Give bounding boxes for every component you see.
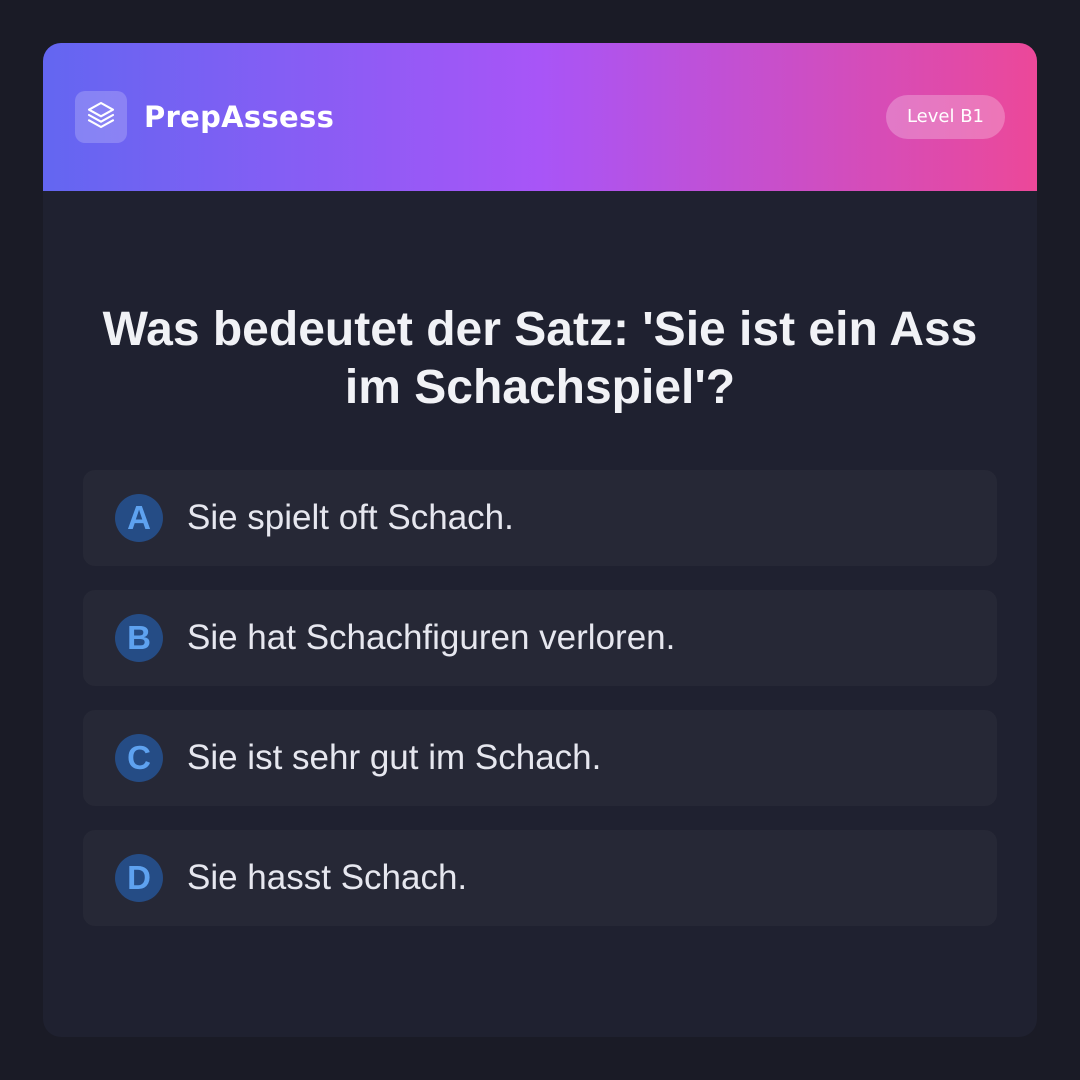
level-badge: Level B1 [885, 95, 1005, 139]
brand-name: PrepAssess [144, 100, 335, 134]
option-letter-badge: A [115, 494, 163, 542]
layers-icon [85, 99, 117, 135]
answer-options: A Sie spielt oft Schach. B Sie hat Schac… [83, 470, 997, 950]
option-letter-badge: B [115, 614, 163, 662]
header-bar: PrepAssess Level B1 [43, 43, 1037, 191]
option-text: Sie ist sehr gut im Schach. [187, 738, 602, 777]
answer-option-c[interactable]: C Sie ist sehr gut im Schach. [83, 710, 997, 806]
option-text: Sie hat Schachfiguren verloren. [187, 618, 676, 657]
quiz-card: PrepAssess Level B1 Was bedeutet der Sat… [43, 43, 1037, 1037]
logo [75, 91, 127, 143]
answer-option-d[interactable]: D Sie hasst Schach. [83, 830, 997, 926]
option-letter-badge: D [115, 854, 163, 902]
answer-option-b[interactable]: B Sie hat Schachfiguren verloren. [83, 590, 997, 686]
option-text: Sie hasst Schach. [187, 858, 468, 897]
option-letter-badge: C [115, 734, 163, 782]
option-text: Sie spielt oft Schach. [187, 498, 514, 537]
question-text: Was bedeutet der Satz: 'Sie ist ein Ass … [102, 303, 978, 414]
answer-option-a[interactable]: A Sie spielt oft Schach. [83, 470, 997, 566]
